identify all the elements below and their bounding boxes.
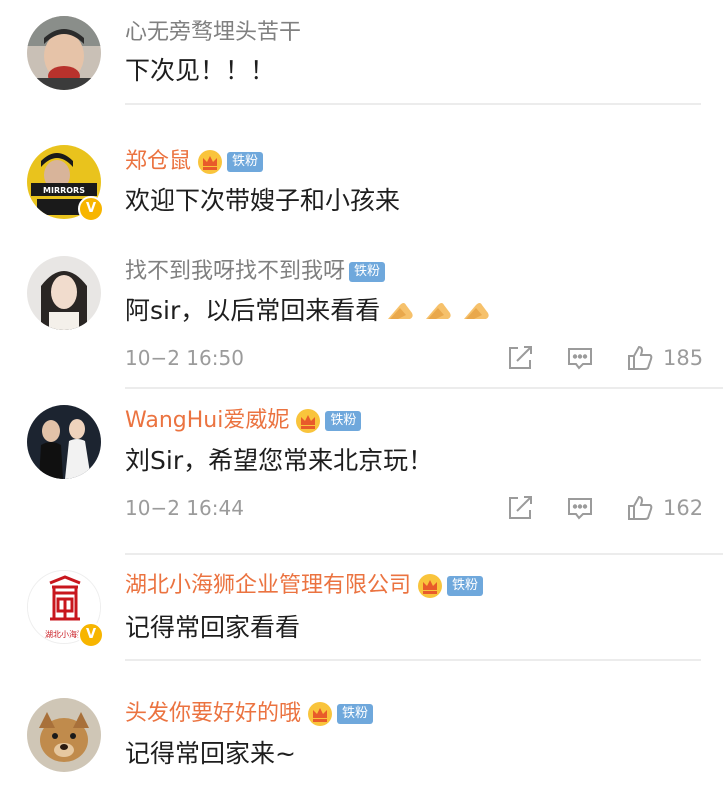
avatar[interactable]	[27, 256, 101, 330]
folded-hands-emoji	[424, 297, 456, 321]
comment-text: 欢迎下次带嫂子和小孩来	[125, 186, 401, 215]
divider	[125, 387, 723, 389]
comment-text-body: 阿sir，以后常回来看看	[125, 296, 381, 325]
fan-badge: 铁粉	[325, 411, 362, 431]
crown-icon	[197, 149, 223, 175]
verified-icon: V	[78, 622, 104, 648]
avatar[interactable]	[27, 405, 101, 479]
verified-icon: V	[78, 196, 104, 222]
crown-icon	[307, 701, 333, 727]
commenter-name[interactable]: 心无旁骛埋头苦干	[125, 18, 301, 48]
commenter-row: 头发你要好好的哦 铁粉	[125, 699, 374, 729]
comment-actions: 162	[505, 491, 703, 525]
commenter-row: 郑仓鼠 铁粉	[125, 147, 264, 177]
comment-text: 下次见！！！	[125, 56, 276, 85]
commenter-row: WangHui爱威妮 铁粉	[125, 406, 362, 436]
like-icon[interactable]	[625, 493, 655, 523]
avatar[interactable]	[27, 16, 101, 90]
commenter-name[interactable]: 头发你要好好的哦	[125, 699, 301, 729]
avatar[interactable]	[27, 698, 101, 772]
comment-actions: 185	[505, 341, 703, 375]
fan-badge: 铁粉	[349, 262, 386, 282]
comment-time: 10−2 16:50	[125, 346, 244, 370]
comment-text: 记得常回家看看	[125, 613, 301, 642]
comment-icon[interactable]	[565, 493, 595, 523]
repost-icon[interactable]	[505, 493, 535, 523]
fan-badge: 铁粉	[447, 576, 484, 596]
commenter-row: 湖北小海狮企业管理有限公司 铁粉	[125, 571, 484, 601]
folded-hands-emoji	[462, 297, 494, 321]
comment-icon[interactable]	[565, 343, 595, 373]
commenter-name[interactable]: 找不到我呀找不到我呀	[125, 257, 345, 287]
fan-badge: 铁粉	[337, 704, 374, 724]
commenter-name[interactable]: 郑仓鼠	[125, 147, 191, 177]
crown-icon	[417, 573, 443, 599]
avatar-text: MIRRORS	[43, 186, 85, 195]
crown-icon	[295, 408, 321, 434]
divider	[125, 553, 723, 555]
like-icon[interactable]	[625, 343, 655, 373]
folded-hands-emoji	[386, 297, 418, 321]
divider	[125, 103, 701, 105]
repost-icon[interactable]	[505, 343, 535, 373]
comment-text: 阿sir，以后常回来看看	[125, 294, 494, 328]
divider	[125, 659, 701, 661]
comment-text: 刘Sir，希望您常来北京玩！	[125, 446, 434, 475]
like-count: 185	[663, 346, 704, 370]
like-count: 162	[663, 496, 704, 520]
fan-badge: 铁粉	[227, 152, 264, 172]
commenter-name[interactable]: WangHui爱威妮	[125, 406, 289, 436]
commenter-name[interactable]: 湖北小海狮企业管理有限公司	[125, 571, 411, 601]
comment-text: 记得常回家来~	[125, 739, 296, 768]
commenter-row: 找不到我呀找不到我呀 铁粉	[125, 257, 386, 287]
commenter-row: 心无旁骛埋头苦干	[125, 18, 301, 48]
comment-time: 10−2 16:44	[125, 496, 244, 520]
